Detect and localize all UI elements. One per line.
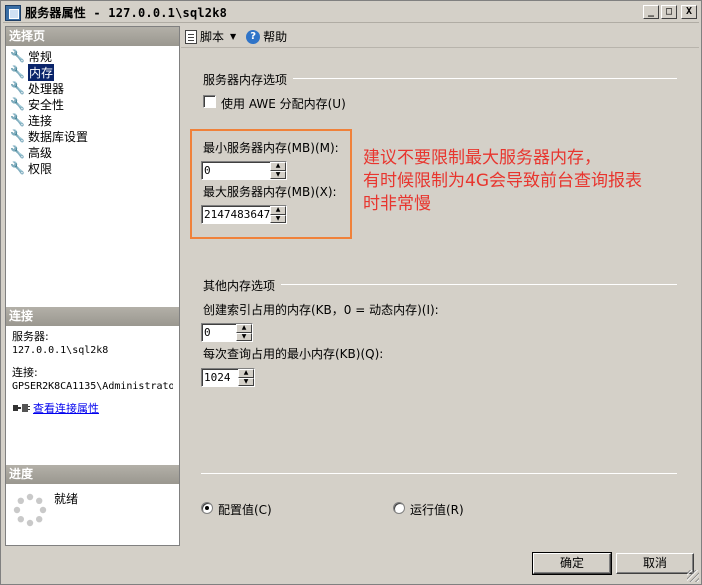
- max-memory-spinner[interactable]: 2147483647 ▲ ▼: [201, 205, 287, 224]
- progress-section: 进度 就绪: [6, 465, 179, 532]
- connection-section: 连接 服务器: 127.0.0.1\sql2k8 连接: GPSER2K8CA1…: [6, 307, 179, 420]
- annotation-text: 建议不要限制最大服务器内存， 有时候限制为4G会导致前台查询报表 时非常慢: [363, 147, 642, 216]
- spin-up-icon[interactable]: ▲: [270, 162, 286, 171]
- wrench-icon: 🔧: [10, 97, 25, 111]
- page-item-label: 安全性: [28, 97, 65, 112]
- server-label: 服务器:: [12, 330, 49, 343]
- spin-down-icon[interactable]: ▼: [270, 214, 286, 223]
- wrench-icon: 🔧: [10, 145, 25, 159]
- left-panel: 选择页 🔧 常规 🔧 内存 🔧 处理器 🔧 安全性 🔧 连接 🔧 数据库设置 🔧…: [5, 26, 180, 546]
- page-item-processors[interactable]: 🔧 处理器: [10, 80, 179, 96]
- running-values-label: 运行值(R): [410, 503, 464, 517]
- server-properties-window: 服务器属性 - 127.0.0.1\sql2k8 _ □ X 选择页 🔧 常规 …: [0, 0, 702, 585]
- page-item-label: 连接: [28, 113, 53, 128]
- connection-label: 连接:: [12, 366, 38, 379]
- minimize-button[interactable]: _: [643, 5, 659, 19]
- index-memory-value: 0: [204, 326, 211, 339]
- server-value: 127.0.0.1\sql2k8: [12, 345, 109, 356]
- chevron-down-icon: ▼: [230, 32, 237, 41]
- configured-values-radio[interactable]: [201, 502, 213, 514]
- window-controls: _ □ X: [643, 5, 697, 19]
- annotation-line: 建议不要限制最大服务器内存，: [363, 148, 601, 168]
- wrench-icon: 🔧: [10, 65, 25, 79]
- max-memory-value: 2147483647: [204, 208, 271, 221]
- page-item-database-settings[interactable]: 🔧 数据库设置: [10, 128, 179, 144]
- annotation-line: 有时候限制为4G会导致前台查询报表: [363, 171, 642, 191]
- view-connection-link-label: 查看连接属性: [33, 402, 99, 415]
- page-item-label: 常规: [28, 49, 53, 64]
- index-memory-label: 创建索引占用的内存(KB，0 = 动态内存)(I):: [203, 303, 439, 317]
- min-query-memory-value: 1024: [204, 371, 231, 384]
- close-button[interactable]: X: [681, 5, 697, 19]
- page-item-label: 权限: [28, 161, 53, 176]
- other-memory-group-title: 其他内存选项: [203, 279, 276, 293]
- connection-value: GPSER2K8CA1135\Administrator: [12, 381, 173, 392]
- title-bar: 服务器属性 - 127.0.0.1\sql2k8 _ □ X: [3, 3, 699, 23]
- page-item-security[interactable]: 🔧 安全性: [10, 96, 179, 112]
- page-item-connections[interactable]: 🔧 连接: [10, 112, 179, 128]
- window-title: 服务器属性 - 127.0.0.1\sql2k8: [25, 6, 228, 20]
- ok-button[interactable]: 确定: [532, 552, 612, 575]
- window-icon: [5, 4, 21, 21]
- index-memory-spinner[interactable]: 0 ▲ ▼: [201, 323, 253, 342]
- page-item-label: 高级: [28, 145, 53, 160]
- script-icon: [185, 29, 197, 44]
- spin-down-icon[interactable]: ▼: [238, 377, 254, 386]
- cancel-button[interactable]: 取消: [616, 553, 694, 574]
- progress-status: 就绪: [54, 492, 79, 506]
- wrench-icon: 🔧: [10, 81, 25, 95]
- configured-values-label: 配置值(C): [218, 503, 272, 517]
- spin-up-icon[interactable]: ▲: [236, 324, 252, 333]
- annotation-line: 时非常慢: [363, 194, 431, 214]
- wrench-icon: 🔧: [10, 49, 25, 63]
- use-awe-checkbox[interactable]: [203, 95, 216, 108]
- maximize-button[interactable]: □: [661, 5, 677, 19]
- separator-line: [201, 473, 677, 474]
- min-memory-spinner[interactable]: 0 ▲ ▼: [201, 161, 287, 180]
- progress-header: 进度: [6, 465, 179, 484]
- page-list: 🔧 常规 🔧 内存 🔧 处理器 🔧 安全性 🔧 连接 🔧 数据库设置 🔧 高级 …: [6, 46, 179, 176]
- page-item-general[interactable]: 🔧 常规: [10, 48, 179, 64]
- help-button[interactable]: ? 帮助: [246, 28, 287, 45]
- spin-up-icon[interactable]: ▲: [270, 206, 286, 215]
- wrench-icon: 🔧: [10, 113, 25, 127]
- use-awe-label: 使用 AWE 分配内存(U): [221, 97, 346, 111]
- running-values-radio[interactable]: [393, 502, 405, 514]
- max-memory-label: 最大服务器内存(MB)(X):: [203, 185, 337, 199]
- group-divider: [281, 284, 677, 285]
- server-memory-group-title: 服务器内存选项: [203, 73, 288, 87]
- wrench-icon: 🔧: [10, 161, 25, 175]
- page-item-label: 处理器: [28, 81, 65, 96]
- spin-down-icon[interactable]: ▼: [236, 332, 252, 341]
- help-icon: ?: [246, 29, 261, 44]
- page-item-memory[interactable]: 🔧 内存: [10, 63, 179, 81]
- script-button[interactable]: 脚本 ▼: [185, 28, 236, 45]
- progress-spinner-icon: [13, 493, 47, 527]
- plug-icon: [13, 404, 30, 412]
- wrench-icon: 🔧: [10, 129, 25, 143]
- spin-down-icon[interactable]: ▼: [270, 170, 286, 179]
- select-page-header: 选择页: [6, 27, 179, 46]
- script-label: 脚本: [200, 30, 225, 44]
- min-memory-label: 最小服务器内存(MB)(M):: [203, 141, 339, 155]
- toolbar: 脚本 ▼ ? 帮助: [181, 26, 699, 48]
- resize-grip[interactable]: [687, 570, 699, 582]
- group-divider: [293, 78, 677, 79]
- page-item-label: 内存: [28, 63, 55, 81]
- page-item-advanced[interactable]: 🔧 高级: [10, 144, 179, 160]
- min-query-memory-label: 每次查询占用的最小内存(KB)(Q):: [203, 347, 384, 361]
- connection-header: 连接: [6, 307, 179, 326]
- spin-up-icon[interactable]: ▲: [238, 369, 254, 378]
- min-query-memory-spinner[interactable]: 1024 ▲ ▼: [201, 368, 255, 387]
- page-item-label: 数据库设置: [28, 129, 89, 144]
- page-item-permissions[interactable]: 🔧 权限: [10, 160, 179, 176]
- min-memory-value: 0: [204, 164, 211, 177]
- memory-page: 服务器内存选项 使用 AWE 分配内存(U) 最小服务器内存(MB)(M): 0…: [181, 51, 699, 546]
- view-connection-properties-link[interactable]: 查看连接属性: [12, 400, 173, 416]
- help-label: 帮助: [263, 30, 288, 44]
